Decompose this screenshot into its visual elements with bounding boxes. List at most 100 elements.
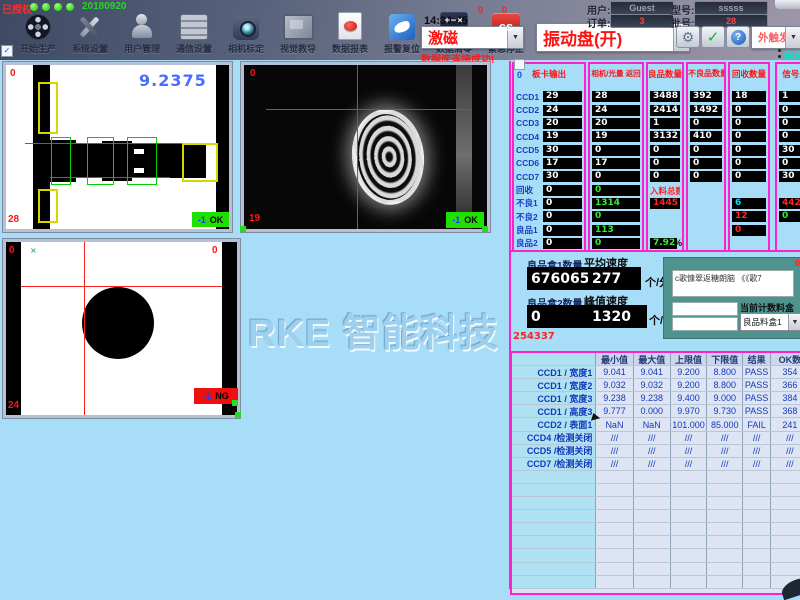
- chevron-down-icon[interactable]: ▼: [785, 27, 800, 48]
- roi-box-green: [87, 137, 114, 185]
- stats-cell: 0: [690, 171, 722, 182]
- camera-view-3[interactable]: 0 × 0 24 -1 NG: [3, 239, 240, 418]
- camera-view-2[interactable]: 0 19 -1 OK: [241, 62, 490, 232]
- auto-mode-label: 自动: [783, 47, 800, 63]
- row-label: [512, 536, 596, 548]
- current-box-select[interactable]: 良品料盒1 ▼: [740, 313, 800, 331]
- calibration-marker: ×: [30, 246, 37, 255]
- row-label: CCD2 / 表面1: [512, 418, 596, 430]
- counter-right: 0: [502, 5, 507, 15]
- max-value-cell: ///: [634, 445, 671, 457]
- column-header: 回收数量: [730, 68, 768, 80]
- stats-row-label: CCD1: [516, 92, 543, 102]
- stats-cell: 17: [543, 158, 582, 169]
- upper-limit-cell: 9.400: [671, 392, 707, 404]
- stats-rows: 2824201901700131401130: [592, 90, 640, 250]
- result-label: OK: [210, 215, 224, 225]
- data-report-button[interactable]: 数据报表: [324, 7, 376, 55]
- stats-row: CCD4 19: [516, 130, 582, 143]
- system-settings-button[interactable]: 系统设置: [64, 7, 116, 55]
- external-trigger-select[interactable]: 外触发 ▼: [751, 26, 800, 49]
- confirm-button[interactable]: ✓: [701, 26, 725, 48]
- stats-cell: 0: [650, 158, 680, 169]
- roi-box-yellow: [182, 143, 218, 182]
- stats-row: CCD3 20: [516, 117, 582, 130]
- column-header: OK数: [771, 353, 800, 365]
- stats-cell: 1492: [690, 105, 722, 116]
- toolbar-icon: [283, 14, 314, 40]
- stats-cell: 0: [690, 145, 722, 156]
- ok-count-cell: 366: [771, 379, 800, 391]
- stats-cell: 113: [592, 225, 640, 236]
- stats-cell: 0: [779, 211, 800, 222]
- ok-count-cell: 354: [771, 366, 800, 378]
- chevron-down-icon[interactable]: ▼: [788, 314, 800, 330]
- lower-limit-cell: [707, 576, 743, 588]
- stats-row-label: 良品2: [516, 237, 543, 249]
- ok-count-cell: 384: [771, 392, 800, 404]
- column-header: [512, 353, 596, 365]
- table-row: [512, 536, 800, 549]
- ok-count-cell: ///: [771, 458, 800, 470]
- stats-row-label: CCD3: [516, 118, 543, 128]
- lower-limit-cell: [707, 484, 743, 496]
- message-box[interactable]: c歌慷翠返糖朗脑 《《歌7: [672, 270, 794, 297]
- user-management-button[interactable]: 用户管理: [116, 7, 168, 55]
- stats-cell: 0: [543, 211, 582, 222]
- stats-cell: 1: [779, 91, 800, 102]
- stats-row: 不良2 0: [516, 210, 582, 223]
- table-handle[interactable]: [514, 59, 525, 70]
- stats-cell: 24: [543, 105, 582, 116]
- brand-watermark: RKE 智能科技: [248, 302, 518, 357]
- camera1-measurement: 9.2375: [139, 71, 207, 90]
- stats-cell: 0: [592, 185, 640, 196]
- upper-limit-cell: [671, 484, 707, 496]
- table-row: CCD2 / 表面1 NaN NaN 101.000 85.000 FAIL 2…: [512, 418, 800, 431]
- table-row: [512, 484, 800, 497]
- column-header: 相机/光量 返回: [590, 68, 642, 79]
- lower-limit-cell: 85.000: [707, 418, 743, 430]
- toolbar-button-label: 相机标定: [228, 42, 264, 55]
- stats-cell: 3488: [650, 91, 680, 102]
- current-box-value: 良品料盒1: [741, 314, 788, 330]
- stats-column-signal: 信号差 1000300304420: [775, 62, 800, 252]
- stats-cell: 30: [543, 145, 582, 156]
- vision-teaching-button[interactable]: 视觉教导: [272, 7, 324, 55]
- camera3-top-counter: 0: [9, 245, 15, 256]
- min-value-cell: [596, 576, 633, 588]
- min-value-cell: ///: [596, 432, 633, 444]
- results-rows: CCD1 / 宽度1 9.041 9.041 9.200 8.800 PASS …: [512, 366, 800, 589]
- lower-limit-cell: [707, 510, 743, 522]
- result-cell: PASS: [743, 366, 770, 378]
- part-circle: [82, 287, 154, 359]
- row-label: [512, 563, 596, 575]
- start-production-button[interactable]: 开始生产: [12, 7, 64, 55]
- max-value-cell: 9.032: [634, 379, 671, 391]
- settings-gear-button[interactable]: ⚙: [676, 26, 700, 48]
- ok-count-cell: 368: [771, 405, 800, 417]
- upper-limit-cell: [671, 497, 707, 509]
- upper-limit-cell: 9.200: [671, 366, 707, 378]
- camera3-top-right-counter: 0: [212, 245, 218, 256]
- stats-rows: 1000300304420: [779, 90, 800, 250]
- count-input-2[interactable]: [672, 317, 738, 331]
- user-value: Guest: [610, 1, 674, 15]
- count-input-1[interactable]: [672, 302, 738, 316]
- minimize-button[interactable]: [775, 0, 800, 9]
- column-header: 不良品数量: [688, 68, 724, 79]
- camera-view-1[interactable]: 0 9.2375 28 -1 OK: [3, 62, 232, 232]
- result-value: -1: [198, 215, 206, 225]
- help-button[interactable]: ?: [726, 26, 750, 48]
- min-value-cell: ///: [596, 458, 633, 470]
- toolbar-button-label: 报警复位: [384, 42, 420, 55]
- camera2-top-counter: 0: [250, 68, 256, 79]
- stats-cell: 0: [732, 225, 766, 236]
- stats-cell: 入料总数: [650, 185, 680, 196]
- camera-calibration-button[interactable]: 相机标定: [220, 7, 272, 55]
- comm-settings-button[interactable]: 通信设置: [168, 7, 220, 55]
- lower-limit-cell: 8.800: [707, 366, 743, 378]
- column-header: 上限值: [671, 353, 707, 365]
- column-header: 信号差: [777, 68, 800, 80]
- stats-cell: 0: [543, 225, 582, 236]
- stats-row: CCD2 24: [516, 103, 582, 116]
